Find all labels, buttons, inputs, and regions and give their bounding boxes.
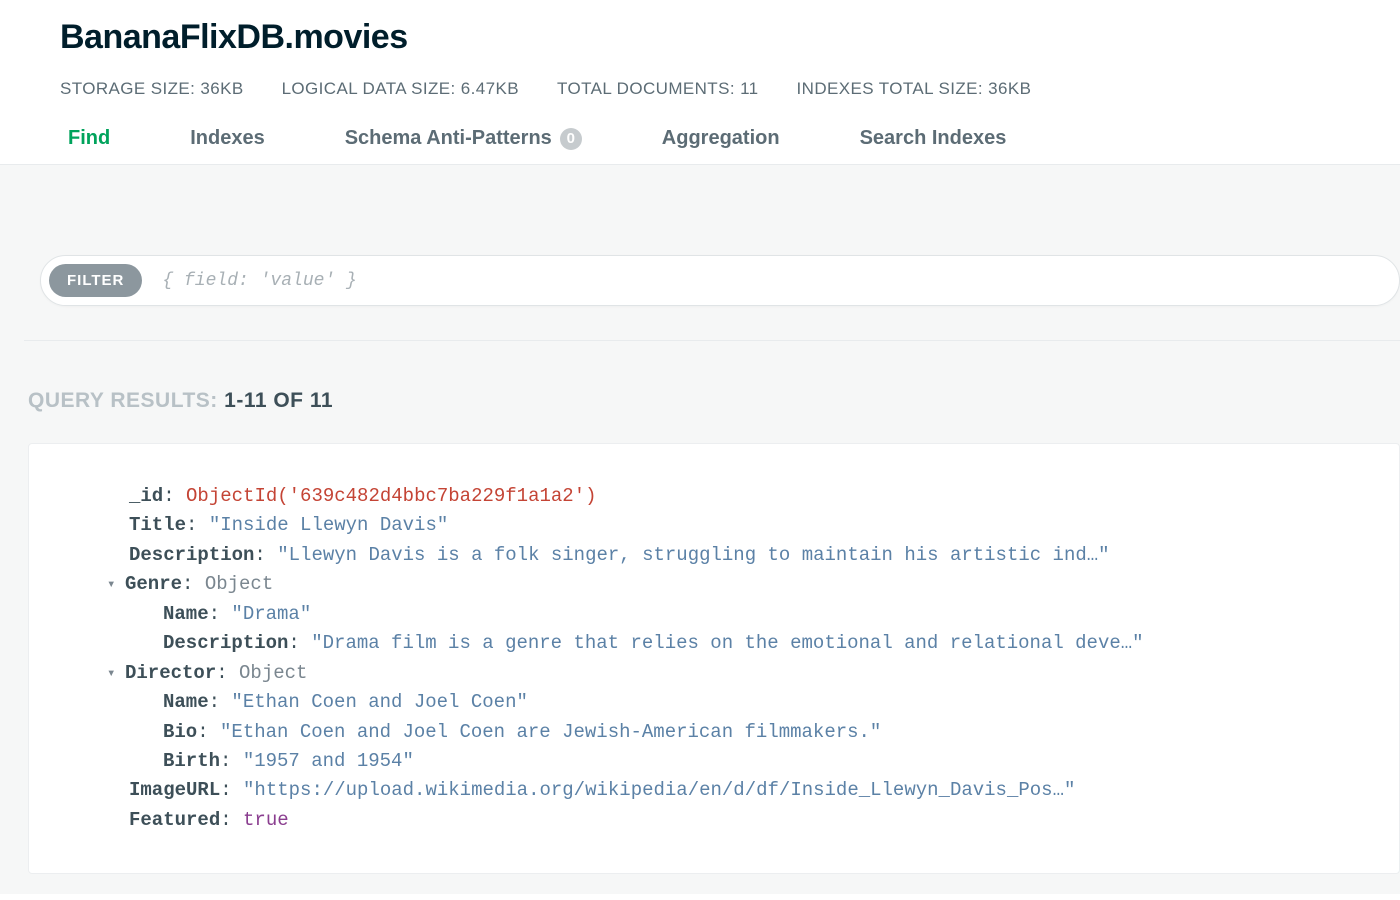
field-director-bio: Bio: "Ethan Coen and Joel Coen are Jewis… xyxy=(129,718,1369,747)
field-key: Name xyxy=(163,603,209,625)
stat-label: INDEXES TOTAL SIZE: xyxy=(797,79,983,98)
field-featured: Featured: true xyxy=(129,806,1369,835)
field-value: "Drama film is a genre that relies on th… xyxy=(311,632,1143,654)
field-director-birth: Birth: "1957 and 1954" xyxy=(129,747,1369,776)
collection-header: BananaFlixDB.movies STORAGE SIZE: 36KB L… xyxy=(0,0,1400,164)
field-key: Description xyxy=(129,544,254,566)
field-value: "https://upload.wikimedia.org/wikipedia/… xyxy=(243,779,1075,801)
field-value: "Drama" xyxy=(231,603,311,625)
field-key: ImageURL xyxy=(129,779,220,801)
field-type: Object xyxy=(205,573,273,595)
filter-bar: FILTER xyxy=(40,255,1400,306)
results-label: QUERY RESULTS: xyxy=(28,389,224,412)
stat-value: 36KB xyxy=(200,79,243,98)
chevron-down-icon[interactable]: ▾ xyxy=(107,664,125,686)
stat-total-documents: TOTAL DOCUMENTS: 11 xyxy=(557,79,759,99)
field-genre-name: Name: "Drama" xyxy=(129,600,1369,629)
field-value: true xyxy=(243,809,289,831)
field-title: Title: "Inside Llewyn Davis" xyxy=(129,511,1369,540)
field-key: _id xyxy=(129,485,163,507)
filter-pill[interactable]: FILTER xyxy=(49,264,142,297)
stat-label: LOGICAL DATA SIZE: xyxy=(282,79,456,98)
results-range: 1-11 OF 11 xyxy=(224,389,333,412)
tab-schema-anti-patterns[interactable]: Schema Anti-Patterns 0 xyxy=(345,127,582,150)
field-id: _id: ObjectId('639c482d4bbc7ba229f1a1a2'… xyxy=(129,482,1369,511)
field-key: Description xyxy=(163,632,288,654)
filter-input[interactable] xyxy=(162,271,1391,291)
stat-label: TOTAL DOCUMENTS: xyxy=(557,79,735,98)
field-value: "1957 and 1954" xyxy=(243,750,414,772)
stat-indexes-size: INDEXES TOTAL SIZE: 36KB xyxy=(797,79,1032,99)
field-value: "Ethan Coen and Joel Coen" xyxy=(231,691,527,713)
stat-storage-size: STORAGE SIZE: 36KB xyxy=(60,79,244,99)
field-value: "Llewyn Davis is a folk singer, struggli… xyxy=(277,544,1109,566)
document-card[interactable]: _id: ObjectId('639c482d4bbc7ba229f1a1a2'… xyxy=(28,443,1400,874)
field-key: Birth xyxy=(163,750,220,772)
tab-label: Schema Anti-Patterns xyxy=(345,127,552,150)
tab-aggregation[interactable]: Aggregation xyxy=(662,127,780,150)
field-key: Director xyxy=(125,662,216,684)
field-description: Description: "Llewyn Davis is a folk sin… xyxy=(129,541,1369,570)
field-key: Name xyxy=(163,691,209,713)
field-key: Bio xyxy=(163,721,197,743)
tab-search-indexes[interactable]: Search Indexes xyxy=(860,127,1007,150)
tab-find[interactable]: Find xyxy=(68,127,110,150)
field-key: Genre xyxy=(125,573,182,595)
content-area: FILTER QUERY RESULTS: 1-11 OF 11 _id: Ob… xyxy=(0,164,1400,894)
collection-title: BananaFlixDB.movies xyxy=(60,18,1340,57)
stat-label: STORAGE SIZE: xyxy=(60,79,195,98)
tab-indexes[interactable]: Indexes xyxy=(190,127,264,150)
stat-value: 6.47KB xyxy=(461,79,519,98)
field-value: "Inside Llewyn Davis" xyxy=(209,514,448,536)
field-value: ObjectId('639c482d4bbc7ba229f1a1a2') xyxy=(186,485,596,507)
divider xyxy=(24,340,1400,341)
field-type: Object xyxy=(239,662,307,684)
tabs: Find Indexes Schema Anti-Patterns 0 Aggr… xyxy=(60,127,1340,164)
field-director-name: Name: "Ethan Coen and Joel Coen" xyxy=(129,688,1369,717)
field-value: "Ethan Coen and Joel Coen are Jewish-Ame… xyxy=(220,721,881,743)
field-key: Featured xyxy=(129,809,220,831)
field-genre[interactable]: ▾Genre: Object xyxy=(129,570,1369,599)
field-genre-description: Description: "Drama film is a genre that… xyxy=(129,629,1369,658)
stat-value: 36KB xyxy=(988,79,1031,98)
field-director[interactable]: ▾Director: Object xyxy=(129,659,1369,688)
schema-badge: 0 xyxy=(560,128,582,150)
query-results-heading: QUERY RESULTS: 1-11 OF 11 xyxy=(28,389,1400,413)
stat-logical-size: LOGICAL DATA SIZE: 6.47KB xyxy=(282,79,519,99)
chevron-down-icon[interactable]: ▾ xyxy=(107,575,125,597)
collection-stats: STORAGE SIZE: 36KB LOGICAL DATA SIZE: 6.… xyxy=(60,79,1340,99)
field-key: Title xyxy=(129,514,186,536)
field-imageurl: ImageURL: "https://upload.wikimedia.org/… xyxy=(129,776,1369,805)
stat-value: 11 xyxy=(740,79,758,98)
